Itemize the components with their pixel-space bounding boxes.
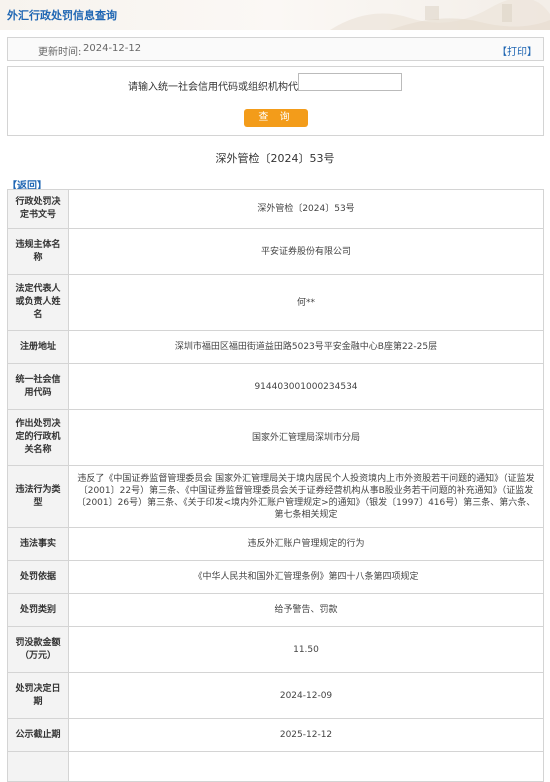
table-row xyxy=(7,751,544,782)
table-row: 罚没款金额（万元） 11.50 xyxy=(7,626,544,673)
table-row: 行政处罚决定书文号 深外管检〔2024〕53号 xyxy=(7,189,544,229)
row-key: 处罚决定日期 xyxy=(7,672,69,719)
update-time-value: 2024-12-12 xyxy=(83,43,142,54)
row-key: 作出处罚决定的行政机关名称 xyxy=(7,409,69,466)
row-value: 何** xyxy=(68,274,544,331)
row-value: 2025-12-12 xyxy=(68,718,544,752)
table-row: 处罚决定日期 2024-12-09 xyxy=(7,672,544,719)
table-row: 违法事实 违反外汇账户管理规定的行为 xyxy=(7,527,544,561)
row-key: 注册地址 xyxy=(7,330,69,364)
table-row: 违法行为类型 违反了《中国证券监督管理委员会 国家外汇管理局关于境内居民个人投资… xyxy=(7,465,544,528)
table-row: 处罚类别 给予警告、罚款 xyxy=(7,593,544,627)
search-panel: 请输入统一社会信用代码或组织机构代码: 查 询 xyxy=(7,66,544,136)
row-value: 违反了《中国证券监督管理委员会 国家外汇管理局关于境内居民个人投资境内上市外资股… xyxy=(68,465,544,528)
print-link[interactable]: 【打印】 xyxy=(497,43,537,58)
table-row: 注册地址 深圳市福田区福田街道益田路5023号平安金融中心B座第22-25层 xyxy=(7,330,544,364)
row-key: 公示截止期 xyxy=(7,718,69,752)
row-value: 914403001000234534 xyxy=(68,363,544,410)
header-decoration xyxy=(330,0,550,30)
row-key: 行政处罚决定书文号 xyxy=(7,189,69,229)
header-bar: 外汇行政处罚信息查询 xyxy=(0,0,550,30)
row-value xyxy=(68,751,544,782)
document-title: 深外管检〔2024〕53号 xyxy=(215,152,335,165)
table-row: 违规主体名称 平安证券股份有限公司 xyxy=(7,228,544,275)
credit-code-input[interactable] xyxy=(298,73,402,91)
update-time-label: 更新时间: xyxy=(38,47,82,58)
row-value: 违反外汇账户管理规定的行为 xyxy=(68,527,544,561)
row-key: 统一社会信用代码 xyxy=(7,363,69,410)
table-row: 作出处罚决定的行政机关名称 国家外汇管理局深圳市分局 xyxy=(7,409,544,466)
row-key: 违法行为类型 xyxy=(7,465,69,528)
row-key xyxy=(7,751,69,782)
row-key: 法定代表人或负责人姓名 xyxy=(7,274,69,331)
row-value: 国家外汇管理局深圳市分局 xyxy=(68,409,544,466)
search-label: 请输入统一社会信用代码或组织机构代码: xyxy=(128,82,312,93)
page-title: 外汇行政处罚信息查询 xyxy=(7,9,117,22)
row-value: 深圳市福田区福田街道益田路5023号平安金融中心B座第22-25层 xyxy=(68,330,544,364)
row-key: 违规主体名称 xyxy=(7,228,69,275)
row-value: 2024-12-09 xyxy=(68,672,544,719)
row-key: 违法事实 xyxy=(7,527,69,561)
table-row: 公示截止期 2025-12-12 xyxy=(7,718,544,752)
row-value: 11.50 xyxy=(68,626,544,673)
table-row: 统一社会信用代码 914403001000234534 xyxy=(7,363,544,410)
search-button[interactable]: 查 询 xyxy=(244,109,308,127)
update-bar: 更新时间: 2024-12-12 【打印】 xyxy=(7,37,544,61)
table-row: 法定代表人或负责人姓名 何** xyxy=(7,274,544,331)
table-row: 处罚依据 《中华人民共和国外汇管理条例》第四十八条第四项规定 xyxy=(7,560,544,594)
row-value: 《中华人民共和国外汇管理条例》第四十八条第四项规定 xyxy=(68,560,544,594)
row-key: 处罚依据 xyxy=(7,560,69,594)
row-key: 罚没款金额（万元） xyxy=(7,626,69,673)
row-value: 给予警告、罚款 xyxy=(68,593,544,627)
row-value: 深外管检〔2024〕53号 xyxy=(68,189,544,229)
row-key: 处罚类别 xyxy=(7,593,69,627)
penalty-detail-table: 行政处罚决定书文号 深外管检〔2024〕53号 违规主体名称 平安证券股份有限公… xyxy=(7,189,544,782)
row-value: 平安证券股份有限公司 xyxy=(68,228,544,275)
